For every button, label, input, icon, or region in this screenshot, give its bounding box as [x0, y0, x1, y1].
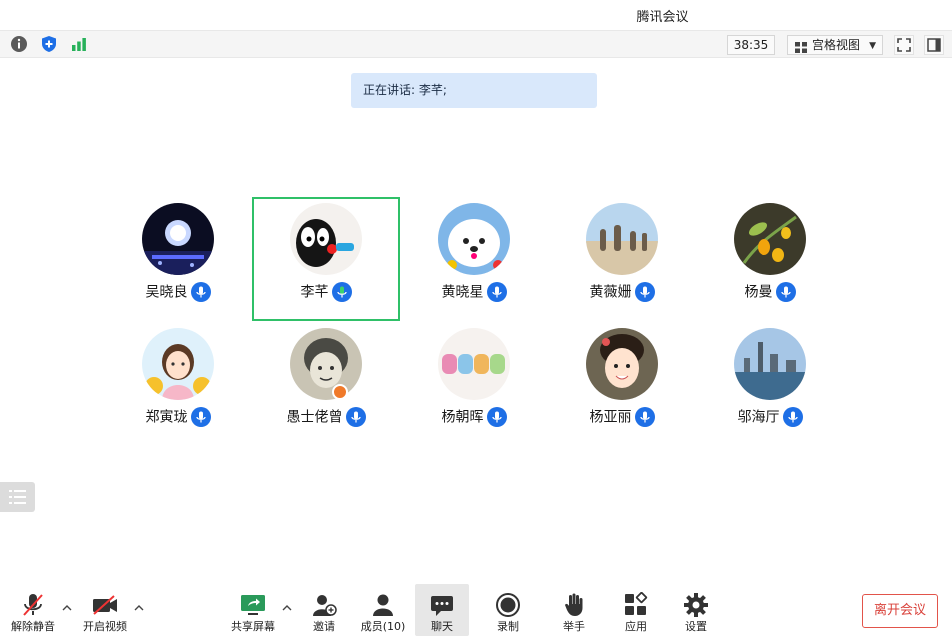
mic-speaking-icon	[331, 281, 352, 302]
leave-meeting-button[interactable]: 离开会议	[862, 594, 938, 628]
share-screen-label: 共享屏幕	[231, 620, 275, 633]
apps-icon	[623, 591, 649, 618]
avatar	[586, 203, 658, 275]
record-label: 录制	[497, 620, 519, 633]
chat-button[interactable]: 聊天	[415, 584, 469, 636]
mic-on-icon	[345, 406, 366, 427]
share-screen-icon	[240, 592, 266, 618]
list-toggle-button[interactable]	[0, 482, 35, 512]
mic-on-icon	[190, 281, 211, 302]
participant-tile[interactable]: 杨亚丽	[548, 322, 696, 446]
view-mode-label: 宫格视图	[812, 38, 861, 52]
title-bar: 腾讯会议	[0, 0, 952, 30]
participant-tile[interactable]: 黄晓星	[400, 197, 548, 321]
participant-tile[interactable]: 杨朝晖	[400, 322, 548, 446]
participant-tile[interactable]: 黄薇姗	[548, 197, 696, 321]
avatar	[142, 328, 214, 400]
chevron-up-icon[interactable]	[62, 604, 72, 612]
record-button[interactable]: 录制	[488, 584, 528, 636]
record-icon	[495, 592, 521, 618]
chevron-up-icon[interactable]	[134, 604, 144, 612]
caret-down-icon: ▼	[869, 41, 876, 51]
settings-label: 设置	[685, 620, 707, 633]
avatar	[290, 203, 362, 275]
apps-button[interactable]: 应用	[616, 584, 656, 636]
hand-icon	[561, 592, 587, 618]
fullscreen-icon	[897, 38, 911, 52]
unmute-button[interactable]: 解除静音	[8, 584, 58, 636]
mic-on-icon	[190, 406, 211, 427]
shield-icon[interactable]	[40, 35, 58, 53]
video-off-icon	[92, 592, 118, 618]
avatar	[290, 328, 362, 400]
meeting-window: 腾讯会议 38:35 宫格视图 ▼ 正在讲话: 李芊; 吴晓良 李芊 黄晓星 黄…	[0, 0, 952, 636]
participant-name: 黄薇姗	[589, 284, 632, 301]
invite-button[interactable]: 邀请	[304, 584, 344, 636]
apps-label: 应用	[625, 620, 647, 633]
raise-hand-label: 举手	[563, 620, 585, 633]
gear-icon	[683, 592, 709, 618]
view-mode-select[interactable]: 宫格视图 ▼	[787, 35, 883, 55]
start-video-label: 开启视频	[83, 620, 127, 633]
side-panel-icon	[927, 38, 941, 52]
share-screen-button[interactable]: 共享屏幕	[228, 584, 278, 636]
avatar	[734, 203, 806, 275]
avatar	[142, 203, 214, 275]
speaking-indicator: 正在讲话: 李芊;	[351, 73, 597, 108]
mic-on-icon	[634, 406, 655, 427]
info-bar: 38:35 宫格视图 ▼	[0, 30, 952, 58]
participant-name: 杨亚丽	[589, 409, 632, 426]
mic-on-icon	[775, 281, 796, 302]
window-title: 腾讯会议	[636, 10, 689, 25]
mic-on-icon	[634, 281, 655, 302]
avatar	[734, 328, 806, 400]
mic-on-icon	[486, 281, 507, 302]
bottom-toolbar: 解除静音 开启视频 共享屏幕 邀请 成员(10) 聊天 录制 举手 应用 设置	[0, 584, 952, 636]
list-icon	[9, 490, 26, 504]
participant-name: 郑寅珑	[145, 409, 188, 426]
participant-tile[interactable]: 邬海厅	[696, 322, 844, 446]
avatar	[438, 203, 510, 275]
meeting-timer: 38:35	[727, 35, 775, 55]
participant-name: 邬海厅	[737, 409, 780, 426]
participant-name: 黄晓星	[441, 284, 484, 301]
start-video-button[interactable]: 开启视频	[80, 584, 130, 636]
settings-button[interactable]: 设置	[676, 584, 716, 636]
avatar	[586, 328, 658, 400]
chat-icon	[429, 592, 455, 618]
members-button[interactable]: 成员(10)	[358, 584, 408, 636]
invite-label: 邀请	[313, 620, 335, 633]
signal-icon[interactable]	[70, 35, 88, 53]
participant-name: 李芊	[300, 284, 329, 301]
mic-on-icon	[486, 406, 507, 427]
info-icon[interactable]	[10, 35, 28, 53]
participant-name: 杨朝晖	[441, 409, 484, 426]
grid-view-icon	[795, 40, 807, 53]
members-icon	[370, 592, 396, 618]
members-label: 成员(10)	[360, 620, 406, 633]
participant-tile-active[interactable]: 李芊	[252, 197, 400, 321]
participant-tile[interactable]: 郑寅珑	[104, 322, 252, 446]
participant-name: 吴晓良	[145, 284, 188, 301]
chat-label: 聊天	[431, 620, 453, 633]
participant-name: 愚士佬曾	[286, 409, 343, 426]
participant-name: 杨曼	[744, 284, 773, 301]
unmute-label: 解除静音	[11, 620, 55, 633]
participant-tile[interactable]: 吴晓良	[104, 197, 252, 321]
participant-tile[interactable]: 杨曼	[696, 197, 844, 321]
avatar	[438, 328, 510, 400]
participant-tile[interactable]: 愚士佬曾	[252, 322, 400, 446]
mic-on-icon	[782, 406, 803, 427]
add-user-icon	[311, 592, 337, 618]
fullscreen-button[interactable]	[894, 35, 914, 55]
host-badge-icon	[332, 384, 348, 400]
mic-muted-icon	[20, 592, 46, 618]
raise-hand-button[interactable]: 举手	[554, 584, 594, 636]
chevron-up-icon[interactable]	[282, 604, 292, 612]
side-panel-button[interactable]	[924, 35, 944, 55]
